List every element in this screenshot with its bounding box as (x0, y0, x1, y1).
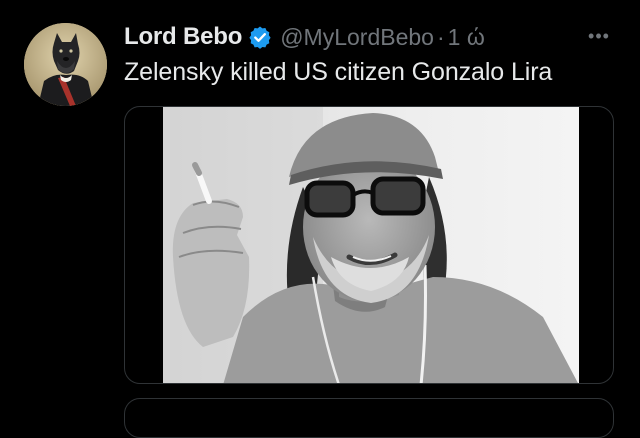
timestamp[interactable]: 1 ώ (448, 24, 485, 51)
separator-dot: · (436, 23, 445, 50)
display-name[interactable]: Lord Bebo (124, 23, 242, 51)
avatar[interactable] (24, 23, 107, 106)
next-card-edge (124, 398, 614, 438)
verified-badge-icon[interactable] (248, 25, 272, 49)
more-icon: ••• (588, 25, 610, 46)
tweet-header: Lord Bebo @MyLordBebo · 1 ώ (124, 22, 624, 52)
photo-man-with-cigarette (163, 107, 579, 383)
tweet-text: Zelensky killed US citizen Gonzalo Lira (124, 58, 553, 86)
tweet-photo[interactable] (163, 107, 579, 383)
dog-portrait-icon (24, 23, 107, 106)
handle[interactable]: @MyLordBebo (280, 24, 434, 51)
more-options-button[interactable]: ••• (583, 24, 615, 48)
tweet[interactable]: Lord Bebo @MyLordBebo · 1 ώ ••• Zelensky… (0, 0, 640, 438)
media-card[interactable] (124, 106, 614, 384)
